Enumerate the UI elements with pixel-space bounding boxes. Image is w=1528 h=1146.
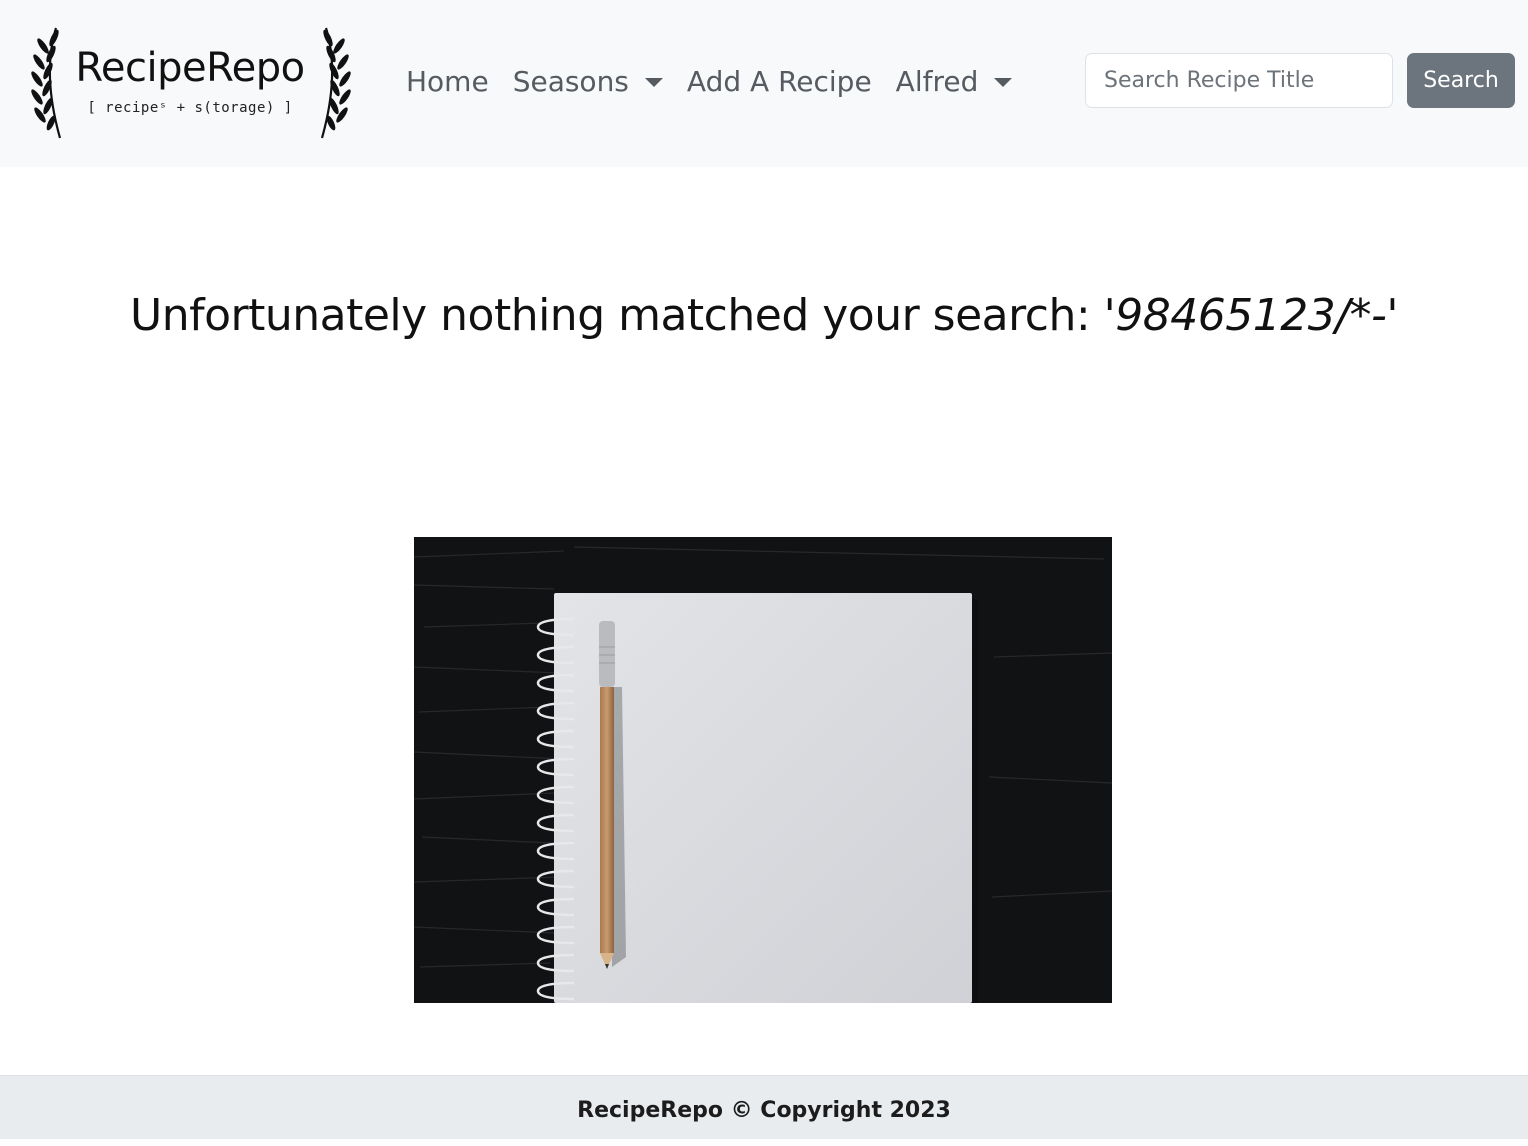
brand-logo-link[interactable]: RecipeRepo [ recipeˢ + s(torage) ] [28, 24, 354, 142]
page-footer: RecipeRepo © Copyright 2023 [0, 1075, 1528, 1139]
nav-home[interactable]: Home [406, 60, 489, 104]
nav-add-recipe-label: Add A Recipe [686, 65, 872, 98]
brand-name: RecipeRepo [75, 45, 305, 91]
search-input[interactable] [1085, 53, 1393, 108]
top-navbar: RecipeRepo [ recipeˢ + s(torage) ] Home … [0, 0, 1528, 167]
nav-seasons-label: Seasons [512, 65, 629, 98]
laurel-branch-icon [320, 27, 351, 139]
no-results-prefix: Unfortunately nothing matched your searc… [129, 290, 1116, 341]
no-results-message: Unfortunately nothing matched your searc… [0, 290, 1528, 341]
nav-user-dropdown[interactable]: Alfred [896, 60, 1013, 104]
empty-notebook-image [414, 537, 1112, 1003]
nav-home-label: Home [406, 65, 489, 98]
main-nav: Home Seasons Add A Recipe Alfred [406, 60, 1036, 104]
no-results-suffix: ' [1386, 290, 1399, 341]
footer-copyright: RecipeRepo © Copyright 2023 [577, 1098, 951, 1123]
notebook-pencil-illustration [414, 537, 1112, 1003]
search-query-text: 98465123/*- [1115, 290, 1387, 341]
nav-seasons-dropdown[interactable]: Seasons [513, 60, 663, 104]
caret-down-icon [994, 77, 1013, 87]
nav-user-label: Alfred [895, 65, 979, 98]
search-button[interactable]: Search [1407, 53, 1515, 108]
brand-tagline: [ recipeˢ + s(torage) ] [87, 100, 293, 116]
nav-add-recipe[interactable]: Add A Recipe [687, 60, 872, 104]
laurel-branch-icon [31, 27, 62, 139]
caret-down-icon [644, 77, 663, 87]
